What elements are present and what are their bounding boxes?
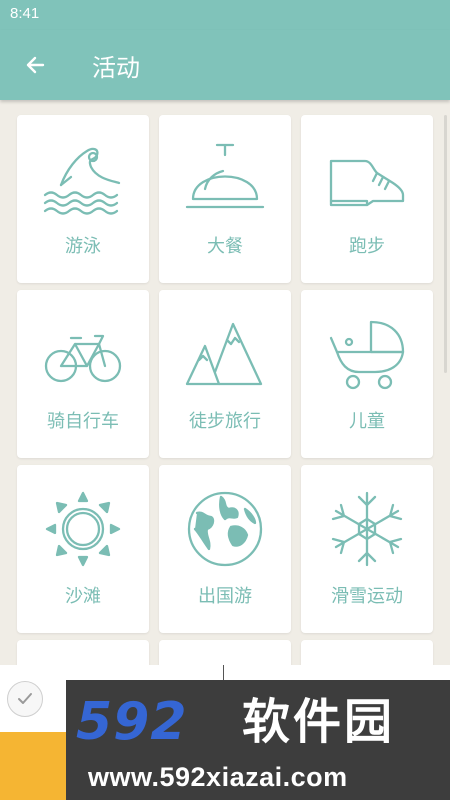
banner-url: www.592xiazai.com bbox=[88, 762, 348, 792]
dinner-cloche-icon bbox=[185, 143, 265, 209]
activity-card-travel-abroad[interactable]: 出国游 bbox=[159, 465, 291, 633]
confirm-button[interactable] bbox=[7, 681, 43, 717]
swimming-icon bbox=[43, 147, 121, 215]
activity-card-hiking[interactable]: 徒步旅行 bbox=[159, 290, 291, 458]
check-icon bbox=[18, 693, 32, 704]
app-bar: 活动 bbox=[0, 30, 450, 100]
running-shoe-icon bbox=[329, 159, 405, 207]
activity-card[interactable] bbox=[17, 640, 149, 665]
orange-block bbox=[0, 732, 68, 800]
activity-card-skiing[interactable]: 滑雪运动 bbox=[301, 465, 433, 633]
bicycle-icon bbox=[44, 334, 122, 383]
status-time: 8:41 bbox=[10, 5, 40, 22]
activity-label: 骑自行车 bbox=[47, 411, 119, 432]
watermark-banner: 592 软件园 www.592xiazai.com bbox=[66, 680, 450, 800]
page-title: 活动 bbox=[92, 54, 140, 82]
activity-card-running[interactable]: 跑步 bbox=[301, 115, 433, 283]
banner-brand: 软件园 bbox=[242, 694, 396, 750]
activity-card-dinner[interactable]: 大餐 bbox=[159, 115, 291, 283]
activity-label: 儿童 bbox=[349, 411, 385, 432]
activity-card-cycling[interactable]: 骑自行车 bbox=[17, 290, 149, 458]
activity-label: 徒步旅行 bbox=[189, 411, 261, 432]
back-button[interactable] bbox=[14, 44, 56, 86]
activity-label: 沙滩 bbox=[65, 586, 101, 607]
activity-card[interactable] bbox=[301, 640, 433, 665]
activity-label: 跑步 bbox=[349, 236, 385, 257]
sun-icon bbox=[45, 491, 121, 567]
activity-card-swimming[interactable]: 游泳 bbox=[17, 115, 149, 283]
globe-icon bbox=[187, 491, 263, 567]
activity-card-kids[interactable]: 儿童 bbox=[301, 290, 433, 458]
baby-stroller-icon bbox=[329, 320, 405, 390]
activity-label: 游泳 bbox=[65, 236, 101, 257]
scrollbar-thumb[interactable] bbox=[444, 115, 447, 373]
activity-label: 大餐 bbox=[207, 236, 243, 257]
activity-card[interactable] bbox=[159, 640, 291, 665]
divider bbox=[223, 665, 224, 680]
activity-label: 出国游 bbox=[198, 586, 252, 607]
status-bar: 8:41 bbox=[0, 0, 450, 30]
activity-grid: 游泳 大餐 跑步 骑自行车 徒步旅行 儿童 沙滩 出国游 滑雪运动 bbox=[0, 100, 450, 665]
arrow-left-icon bbox=[26, 56, 45, 74]
activity-label: 滑雪运动 bbox=[331, 586, 403, 607]
banner-numbers: 592 bbox=[76, 692, 188, 752]
snowflake-icon bbox=[331, 491, 403, 567]
activity-card-beach[interactable]: 沙滩 bbox=[17, 465, 149, 633]
mountains-icon bbox=[185, 322, 263, 386]
